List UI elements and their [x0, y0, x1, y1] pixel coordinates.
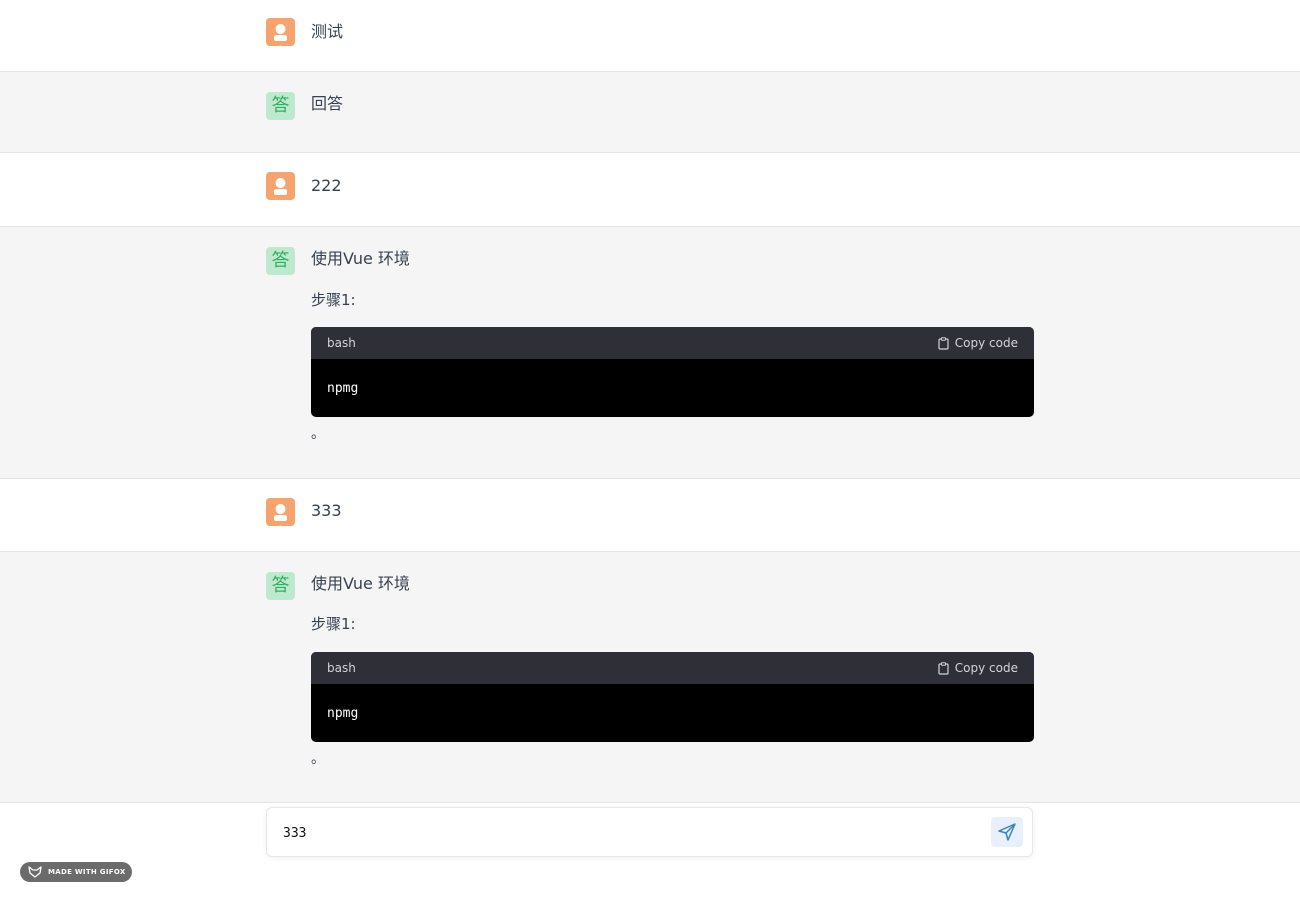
gifox-badge-text: MADE WITH GIFOX: [48, 868, 126, 876]
code-block: bash Copy code npmg: [311, 327, 1034, 417]
message-row-user: 测试: [0, 0, 1300, 72]
send-button[interactable]: [991, 817, 1023, 847]
message-text: 222: [311, 176, 342, 195]
step-text: 步骤1:: [311, 291, 356, 309]
chat-input[interactable]: [281, 820, 975, 846]
trailing-text: 。: [311, 426, 325, 442]
message-text: 测试: [311, 22, 344, 41]
message-text: 回答: [311, 94, 344, 113]
message-row-user: 333: [0, 479, 1300, 552]
trailing-text: 。: [311, 751, 325, 767]
message-row-assistant: 答 使用Vue 环境 步骤1: bash Copy code npmg 。: [0, 227, 1300, 479]
step-text: 步骤1:: [311, 615, 356, 633]
code-header: bash Copy code: [311, 652, 1034, 684]
message-row-assistant: 答 回答: [0, 72, 1300, 153]
code-content: npmg: [327, 381, 359, 396]
fox-icon: [28, 866, 42, 878]
code-language: bash: [327, 336, 356, 350]
assistant-avatar-icon: 答: [266, 92, 295, 120]
clipboard-icon: [938, 661, 949, 675]
copy-code-label: Copy code: [954, 336, 1018, 350]
user-avatar-icon: [266, 498, 295, 526]
code-content: npmg: [327, 706, 359, 721]
message-row-assistant: 答 使用Vue 环境 步骤1: bash Copy code npmg 。: [0, 552, 1300, 803]
clipboard-icon: [938, 336, 949, 350]
message-text: 333: [311, 501, 342, 520]
assistant-avatar-icon: 答: [266, 247, 295, 275]
chat-input-box: [266, 807, 1033, 857]
message-text: 使用Vue 环境: [311, 249, 410, 268]
copy-code-button[interactable]: Copy code: [938, 661, 1018, 675]
send-icon: [998, 823, 1016, 841]
message-text: 使用Vue 环境: [311, 574, 410, 593]
code-block: bash Copy code npmg: [311, 652, 1034, 742]
user-avatar-icon: [266, 18, 295, 46]
message-row-user: 222: [0, 153, 1300, 227]
user-avatar-icon: [266, 172, 295, 200]
assistant-avatar-icon: 答: [266, 572, 295, 600]
copy-code-button[interactable]: Copy code: [938, 336, 1018, 350]
copy-code-label: Copy code: [954, 661, 1018, 675]
code-header: bash Copy code: [311, 327, 1034, 359]
code-language: bash: [327, 661, 356, 675]
gifox-badge: MADE WITH GIFOX: [20, 862, 132, 882]
